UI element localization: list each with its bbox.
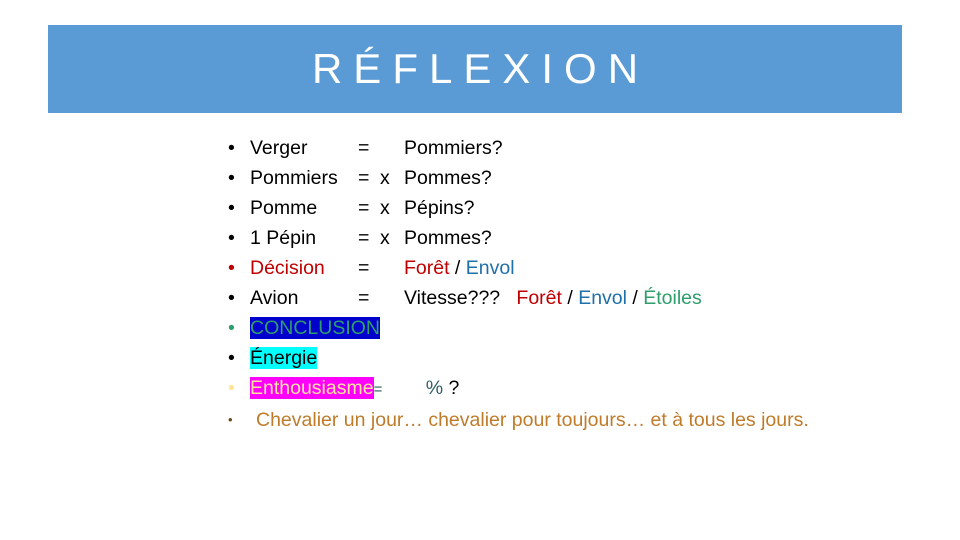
- title-banner: RÉFLEXION: [48, 25, 902, 113]
- equation-result: Pommes?: [404, 227, 492, 249]
- list-item: • Décision = Forêt / Envol: [222, 253, 922, 283]
- list-item: • Chevalier un jour… chevalier pour touj…: [222, 405, 922, 435]
- highlighted-text-enthousiasme: Enthousiasme: [250, 377, 374, 399]
- list-item: • Pommiers = x Pommes?: [222, 163, 922, 193]
- list-item: • Enthousiasme= % ?: [222, 373, 922, 405]
- equation-multiplier: x: [380, 197, 390, 219]
- list-item: • Pomme = x Pépins?: [222, 193, 922, 223]
- list-item: • CONCLUSION: [222, 313, 922, 343]
- list-item-content: CONCLUSION: [250, 313, 922, 343]
- highlighted-text-conclusion: CONCLUSION: [250, 317, 381, 339]
- list-item-content: Énergie: [250, 343, 922, 373]
- bullet-marker-icon: •: [228, 137, 235, 159]
- list-item-content: Chevalier un jour… chevalier pour toujou…: [256, 409, 809, 431]
- gap-spacer: [382, 377, 425, 399]
- equation-term: Avion: [250, 287, 299, 309]
- equation-term: Pommiers: [250, 167, 338, 189]
- separator: /: [449, 257, 466, 279]
- equation-term: Verger: [250, 137, 308, 159]
- equation-result: Pommiers?: [404, 137, 503, 159]
- term-etoiles: Étoiles: [643, 287, 702, 309]
- list-item: • Verger = Pommiers?: [222, 133, 922, 163]
- list-item: • Avion = Vitesse??? Forêt / Envol / Étoil…: [222, 283, 922, 313]
- term-envol: Envol: [578, 287, 627, 309]
- equation-term: Décision: [250, 257, 325, 279]
- equation-equals: =: [358, 227, 370, 249]
- separator: /: [626, 287, 644, 309]
- question-mark: ?: [448, 377, 460, 399]
- equation-term: 1 Pépin: [250, 227, 317, 249]
- equation-result: Pépins?: [404, 197, 475, 219]
- equation-equals: =: [358, 137, 370, 159]
- equation-equals: =: [358, 197, 370, 219]
- bullet-marker-icon: •: [228, 317, 235, 339]
- bullet-marker-icon: •: [228, 197, 235, 219]
- equation-multiplier: x: [380, 227, 390, 249]
- list-item-content: Verger = Pommiers?: [250, 133, 922, 163]
- page-title: RÉFLEXION: [311, 45, 650, 92]
- term-foret: Forêt: [404, 257, 450, 279]
- list-item-content: Pommiers = x Pommes?: [250, 163, 922, 193]
- list-item-content: 1 Pépin = x Pommes?: [250, 223, 922, 253]
- list-item-content: Enthousiasme= % ?: [250, 373, 922, 405]
- list-item: • Énergie: [222, 343, 922, 373]
- bullet-marker-icon: •: [228, 287, 235, 309]
- gap-spacer: [500, 287, 516, 309]
- list-item-content: Décision = Forêt / Envol: [250, 253, 922, 283]
- bullet-marker-icon: •: [228, 412, 233, 427]
- percent-symbol: %: [425, 377, 444, 399]
- equation-equals: =: [358, 257, 370, 279]
- equation-term: Pomme: [250, 197, 318, 219]
- equation-equals: =: [358, 287, 370, 309]
- list-item-content: Pomme = x Pépins?: [250, 193, 922, 223]
- equation-equals: =: [358, 167, 370, 189]
- term-envol: Envol: [465, 257, 515, 279]
- bullet-marker-icon: •: [228, 377, 235, 399]
- list-item-content: Avion = Vitesse??? Forêt / Envol / Étoiles: [250, 283, 922, 313]
- bullet-marker-icon: •: [228, 167, 235, 189]
- highlighted-text-energie: Énergie: [250, 347, 318, 369]
- bullet-marker-icon: •: [228, 227, 235, 249]
- bullet-list: • Verger = Pommiers? • Pommiers = x Pommes? •…: [222, 133, 922, 435]
- separator: /: [561, 287, 579, 309]
- bullet-marker-icon: •: [228, 257, 235, 279]
- list-item: • 1 Pépin = x Pommes?: [222, 223, 922, 253]
- term-foret: Forêt: [516, 287, 562, 309]
- bullet-marker-icon: •: [228, 347, 235, 369]
- equation-multiplier: x: [380, 167, 390, 189]
- equation-result: Pommes?: [404, 167, 492, 189]
- term-vitesse: Vitesse???: [404, 287, 501, 309]
